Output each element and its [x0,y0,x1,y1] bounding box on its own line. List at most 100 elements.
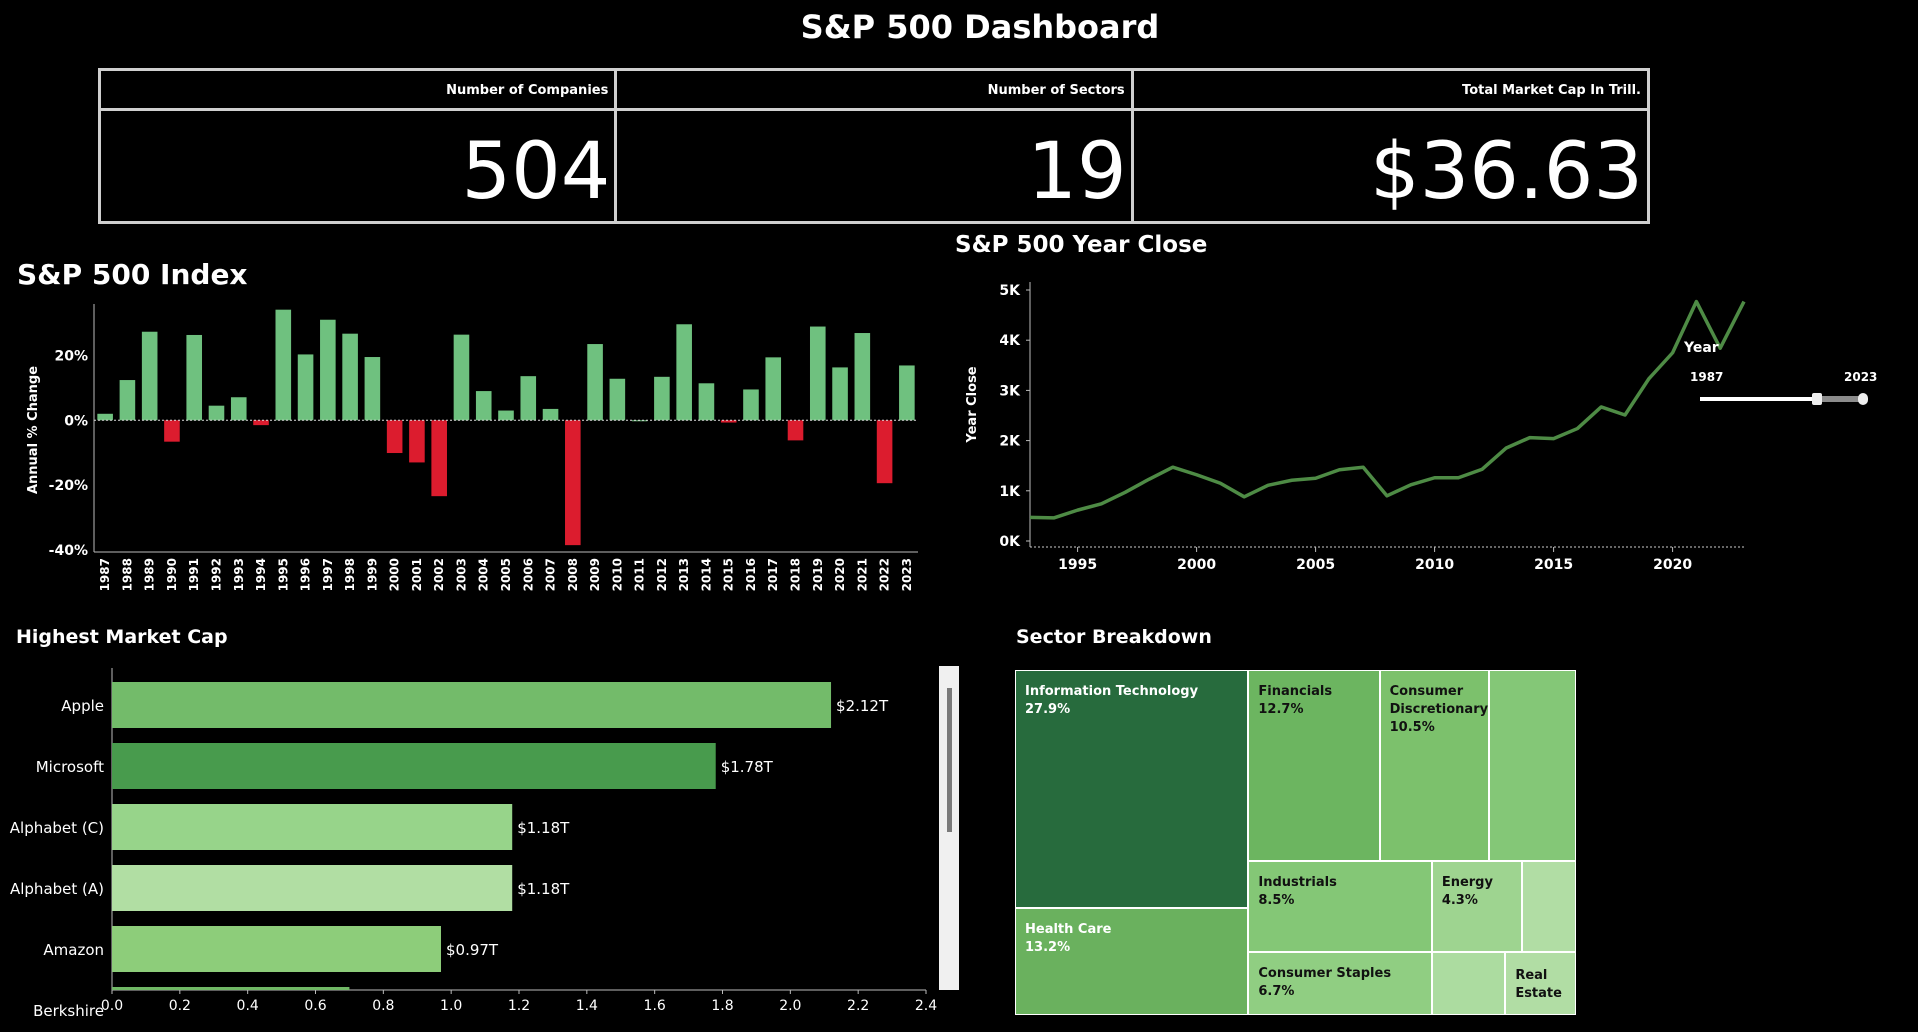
index-bar-1994 [253,420,269,426]
kpi-companies-value: 504 [461,127,611,217]
index-x-tick-2000: 2000 [388,558,402,591]
sector-tile-8[interactable]: Consumer Staples 6.7% [1248,951,1432,1015]
sector-tile-4[interactable] [1489,670,1576,862]
sector-treemap: Information Technology 27.9% Health Care 13… [1015,670,1576,1015]
index-x-tick-2012: 2012 [655,558,669,591]
sector-tile-6[interactable]: Energy 4.3% [1431,861,1523,952]
index-x-tick-2013: 2013 [677,558,691,591]
kpi-companies-label: Number of Companies [101,71,615,111]
index-y-tick: 20% [54,348,88,364]
index-bar-2007 [542,408,559,421]
cap-x-tick: 1.8 [711,998,733,1014]
sector-tile-9[interactable] [1431,951,1506,1015]
index-bar-2000 [386,420,403,454]
cap-bar-2 [112,804,513,850]
index-x-tick-1998: 1998 [343,558,357,591]
cap-x-tick: 0.0 [101,998,123,1014]
sector-tile-0[interactable]: Information Technology 27.9% [1015,670,1249,909]
index-x-tick-1990: 1990 [165,558,179,591]
year-slider-range [1816,396,1862,402]
cap-category-label-1: Microsoft [36,758,104,776]
index-x-tick-1989: 1989 [143,558,157,591]
cap-value-label-0: $2.12T [836,697,889,715]
sector-pct: 6.7% [1258,983,1295,999]
index-bar-1991 [186,334,203,421]
index-bar-2006 [520,376,537,421]
close-y-tick: 4K [999,333,1021,349]
sector-pct: 27.9% [1025,702,1071,717]
sector-tile-label: Real Estate [1515,967,1562,1003]
index-x-tick-2002: 2002 [432,558,446,591]
index-bar-2019 [809,326,826,421]
index-bar-1988 [119,380,136,421]
kpi-sectors-label: Number of Sectors [617,71,1131,111]
index-bar-2013 [676,324,692,421]
sector-pct: 13.2% [1025,940,1071,956]
sector-tile-label: Information Technology 27.9% [1025,683,1198,719]
index-x-tick-2021: 2021 [855,558,869,591]
index-x-tick-2003: 2003 [454,558,468,591]
sector-tile-label: Consumer Staples 6.7% [1258,965,1391,1001]
index-bar-1993 [230,397,247,421]
close-x-tick-1995: 1995 [1058,557,1097,573]
cap-bar-3 [112,865,513,911]
index-bar-2003 [453,334,470,421]
dashboard-title: S&P 500 Dashboard [800,8,1160,46]
cap-category-label-5: Berkshire [33,1002,104,1020]
index-bar-1987 [97,413,113,421]
sector-tile-1[interactable]: Health Care 13.2% [1015,908,1249,1015]
market-cap-scroll-thumb[interactable] [947,688,952,832]
year-slider-handle-end[interactable] [1858,393,1868,405]
index-x-tick-2015: 2015 [722,558,736,591]
close-y-tick: 1K [999,484,1021,500]
year-filter-label: Year [1684,340,1719,356]
market-cap-chart-title: Highest Market Cap [16,626,228,648]
index-bar-2009 [587,344,603,421]
cap-x-tick: 1.0 [440,998,462,1014]
kpi-market-cap-value: $36.63 [1370,127,1643,217]
index-bar-2008 [565,420,581,546]
sector-name: Information Technology [1025,684,1199,699]
index-x-tick-2022: 2022 [878,558,892,591]
sector-name: Consumer Staples [1258,965,1392,981]
index-x-tick-1995: 1995 [276,558,290,591]
index-x-tick-2018: 2018 [789,558,803,591]
kpi-market-cap-label: Total Market Cap In Trill. [1133,71,1647,111]
cap-category-label-2: Alphabet (C) [10,819,104,837]
sector-name: Industrials [1258,875,1337,891]
year-filter[interactable]: Year 1987 2023 [1684,340,1884,420]
market-cap-chart: Apple $2.12T Microsoft $1.78T Alphabet (C) $1… [10,668,937,1020]
sector-tile-label: Energy 4.3% [1442,874,1493,910]
close-y-axis-label: Year Close [965,366,980,443]
close-chart-title: S&P 500 Year Close [955,232,1208,258]
close-x-tick-2020: 2020 [1653,557,1692,573]
sector-tile-3[interactable]: Consumer Discretionary 10.5% [1379,670,1490,862]
sector-tile-5[interactable]: Industrials 8.5% [1248,861,1432,952]
index-bar-2014 [698,383,715,421]
cap-x-tick: 1.2 [508,998,530,1014]
cap-value-label-3: $1.18T [517,880,570,898]
kpi-sectors-value: 19 [1027,127,1127,217]
index-bar-1995 [275,309,292,421]
index-y-axis-label: Annual % Change [26,366,41,494]
index-bar-2017 [765,357,782,421]
index-y-tick: -40% [49,543,88,559]
index-x-tick-1988: 1988 [120,558,134,591]
close-y-tick: 5K [999,283,1021,299]
sector-tile-10[interactable]: Real Estate [1505,951,1576,1015]
sector-tile-2[interactable]: Financials 12.7% [1248,670,1380,862]
sector-tile-7[interactable] [1522,861,1576,952]
index-bar-1992 [208,405,225,421]
cap-bar-4 [112,926,441,972]
year-slider-handle-start[interactable] [1812,393,1822,405]
index-x-tick-1993: 1993 [232,558,246,591]
index-bar-2004 [475,391,492,421]
index-bar-2012 [654,376,670,421]
index-x-tick-1992: 1992 [209,558,223,591]
index-x-tick-1996: 1996 [299,558,313,591]
close-x-tick-2005: 2005 [1296,557,1335,573]
index-bar-1998 [342,333,358,421]
index-x-tick-2007: 2007 [544,558,558,591]
close-series-line [1029,299,1746,520]
close-y-tick: 0K [999,534,1021,550]
